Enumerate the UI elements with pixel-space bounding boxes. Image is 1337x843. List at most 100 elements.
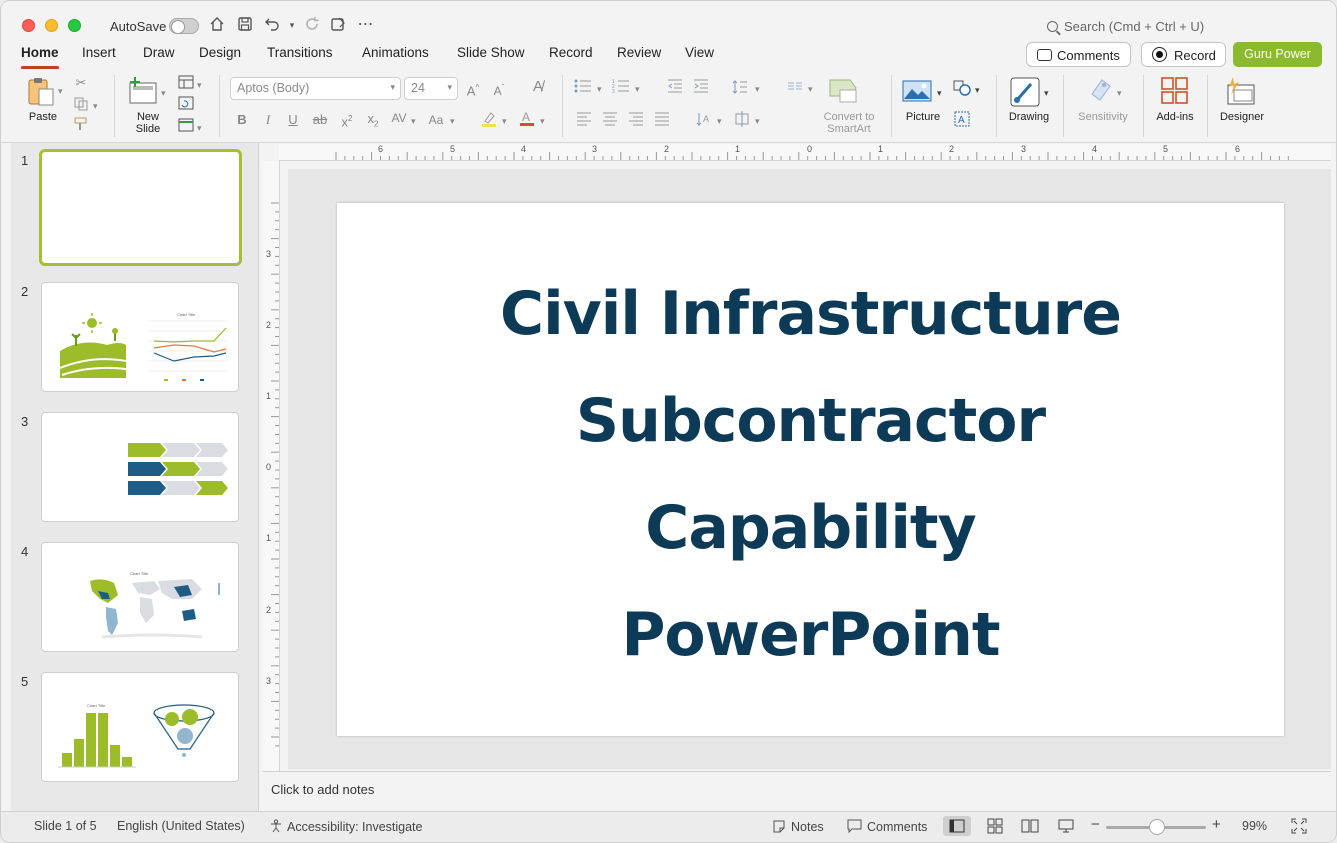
tab-insert[interactable]: Insert: [82, 45, 116, 60]
highlight-dropdown-icon[interactable]: ▾: [502, 113, 507, 129]
font-color-dropdown-icon[interactable]: ▾: [540, 113, 545, 129]
copy-dropdown-icon[interactable]: ▾: [93, 98, 98, 114]
align-text-icon[interactable]: [733, 111, 751, 131]
search-box[interactable]: Search (Cmd + Ctrl + U): [1047, 19, 1204, 34]
notes-toggle-button[interactable]: Notes: [772, 819, 824, 834]
strikethrough-icon[interactable]: ab: [311, 112, 329, 128]
font-name-field[interactable]: Aptos (Body) ▾: [230, 77, 401, 100]
undo-icon[interactable]: [263, 16, 281, 34]
slide-thumbnail-3[interactable]: [41, 412, 239, 522]
text-direction-icon[interactable]: A: [695, 111, 713, 131]
reset-slide-icon[interactable]: [177, 96, 195, 114]
language-indicator[interactable]: English (United States): [117, 819, 245, 833]
new-slide-dropdown-icon[interactable]: ▾: [161, 85, 166, 101]
new-slide-icon[interactable]: [127, 76, 159, 108]
autosave-toggle[interactable]: [169, 18, 199, 34]
slide-title-textbox[interactable]: Civil Infrastructure Subcontractor Capab…: [337, 261, 1284, 689]
change-case-dropdown-icon[interactable]: ▾: [450, 113, 455, 129]
zoom-level[interactable]: 99%: [1242, 819, 1267, 833]
highlight-icon[interactable]: [480, 111, 498, 131]
tab-review[interactable]: Review: [617, 45, 661, 60]
decrease-font-size-icon[interactable]: Aˇ: [490, 80, 508, 99]
tab-view[interactable]: View: [685, 45, 714, 60]
align-left-icon[interactable]: [575, 112, 593, 130]
slide-thumbnail-5[interactable]: Chart Title: [41, 672, 239, 782]
increase-indent-icon[interactable]: [692, 79, 710, 97]
convert-smartart-icon[interactable]: [827, 76, 861, 108]
zoom-slider-knob[interactable]: [1149, 819, 1165, 835]
reading-view-button[interactable]: [1016, 816, 1044, 836]
sensitivity-dropdown-icon[interactable]: ▾: [1117, 85, 1122, 101]
justify-icon[interactable]: [653, 112, 671, 130]
layout-icon[interactable]: [177, 75, 195, 93]
notes-pane[interactable]: Click to add notes: [263, 771, 1331, 811]
slide-thumbnail-4[interactable]: Chart Title: [41, 542, 239, 652]
line-spacing-dropdown-icon[interactable]: ▾: [755, 81, 760, 97]
italic-icon[interactable]: I: [260, 112, 276, 128]
comments-toggle-button[interactable]: Comments: [847, 819, 927, 834]
bullets-icon[interactable]: [573, 79, 593, 97]
redo-icon[interactable]: [303, 16, 321, 34]
tab-transitions[interactable]: Transitions: [267, 45, 333, 60]
clear-formatting-icon[interactable]: A̸: [529, 79, 547, 95]
change-case-icon[interactable]: Aa: [426, 112, 446, 128]
zoom-out-icon[interactable]: −: [1091, 816, 1100, 833]
paste-dropdown-icon[interactable]: ▾: [58, 83, 63, 99]
home-icon[interactable]: [208, 16, 226, 34]
line-spacing-icon[interactable]: [731, 79, 749, 99]
add-ins-icon[interactable]: [1160, 76, 1190, 106]
bullets-dropdown-icon[interactable]: ▾: [597, 81, 602, 97]
tab-record[interactable]: Record: [549, 45, 593, 60]
tab-home[interactable]: Home: [21, 45, 59, 69]
character-spacing-dropdown-icon[interactable]: ▾: [411, 113, 416, 129]
numbering-dropdown-icon[interactable]: ▾: [635, 81, 640, 97]
picture-dropdown-icon[interactable]: ▾: [937, 85, 942, 101]
customize-toolbar-icon[interactable]: [329, 16, 347, 34]
undo-dropdown-icon[interactable]: ▾: [283, 16, 301, 34]
drawing-icon[interactable]: [1009, 76, 1041, 108]
cut-icon[interactable]: ✂: [73, 75, 89, 91]
guru-power-button[interactable]: Guru Power: [1233, 42, 1322, 67]
columns-dropdown-icon[interactable]: ▾: [808, 81, 813, 97]
accessibility-button[interactable]: Accessibility: Investigate: [269, 819, 422, 834]
normal-view-button[interactable]: [943, 816, 971, 836]
align-center-icon[interactable]: [601, 112, 619, 130]
slide-thumbnail-2[interactable]: Chart Title: [41, 282, 239, 392]
tab-slide-show[interactable]: Slide Show: [457, 45, 525, 60]
section-dropdown-icon[interactable]: ▾: [197, 120, 202, 136]
tab-draw[interactable]: Draw: [143, 45, 175, 60]
paste-icon[interactable]: [25, 76, 57, 108]
columns-icon[interactable]: [786, 79, 804, 97]
save-icon[interactable]: [236, 16, 254, 34]
align-text-dropdown-icon[interactable]: ▾: [755, 113, 760, 129]
decrease-indent-icon[interactable]: [666, 79, 684, 97]
bold-icon[interactable]: B: [234, 112, 250, 128]
close-window-button[interactable]: [22, 19, 35, 32]
record-button[interactable]: Record: [1141, 42, 1226, 67]
underline-icon[interactable]: U: [285, 112, 301, 128]
section-icon[interactable]: [177, 118, 195, 136]
tab-design[interactable]: Design: [199, 45, 241, 60]
designer-icon[interactable]: [1225, 75, 1257, 107]
tab-animations[interactable]: Animations: [362, 45, 429, 60]
zoom-in-icon[interactable]: +: [1212, 816, 1221, 833]
font-size-field[interactable]: 24 ▾: [404, 77, 458, 100]
shapes-dropdown-icon[interactable]: ▾: [975, 82, 980, 98]
text-direction-dropdown-icon[interactable]: ▾: [717, 113, 722, 129]
drawing-dropdown-icon[interactable]: ▾: [1044, 85, 1049, 101]
character-spacing-icon[interactable]: AV: [388, 110, 410, 126]
superscript-icon[interactable]: x2: [339, 111, 355, 130]
subscript-icon[interactable]: x2: [365, 111, 381, 133]
align-right-icon[interactable]: [627, 112, 645, 130]
slide-thumbnail-1[interactable]: [39, 149, 242, 266]
text-box-icon[interactable]: A: [952, 111, 972, 131]
layout-dropdown-icon[interactable]: ▾: [197, 77, 202, 93]
numbering-icon[interactable]: 123: [611, 79, 631, 97]
minimize-window-button[interactable]: [45, 19, 58, 32]
increase-font-size-icon[interactable]: A^: [464, 80, 482, 99]
copy-icon[interactable]: [73, 97, 89, 115]
font-color-icon[interactable]: A: [518, 109, 536, 131]
picture-icon[interactable]: [901, 79, 933, 105]
more-options-icon[interactable]: ⋯: [356, 16, 374, 34]
sensitivity-icon[interactable]: [1087, 76, 1115, 106]
